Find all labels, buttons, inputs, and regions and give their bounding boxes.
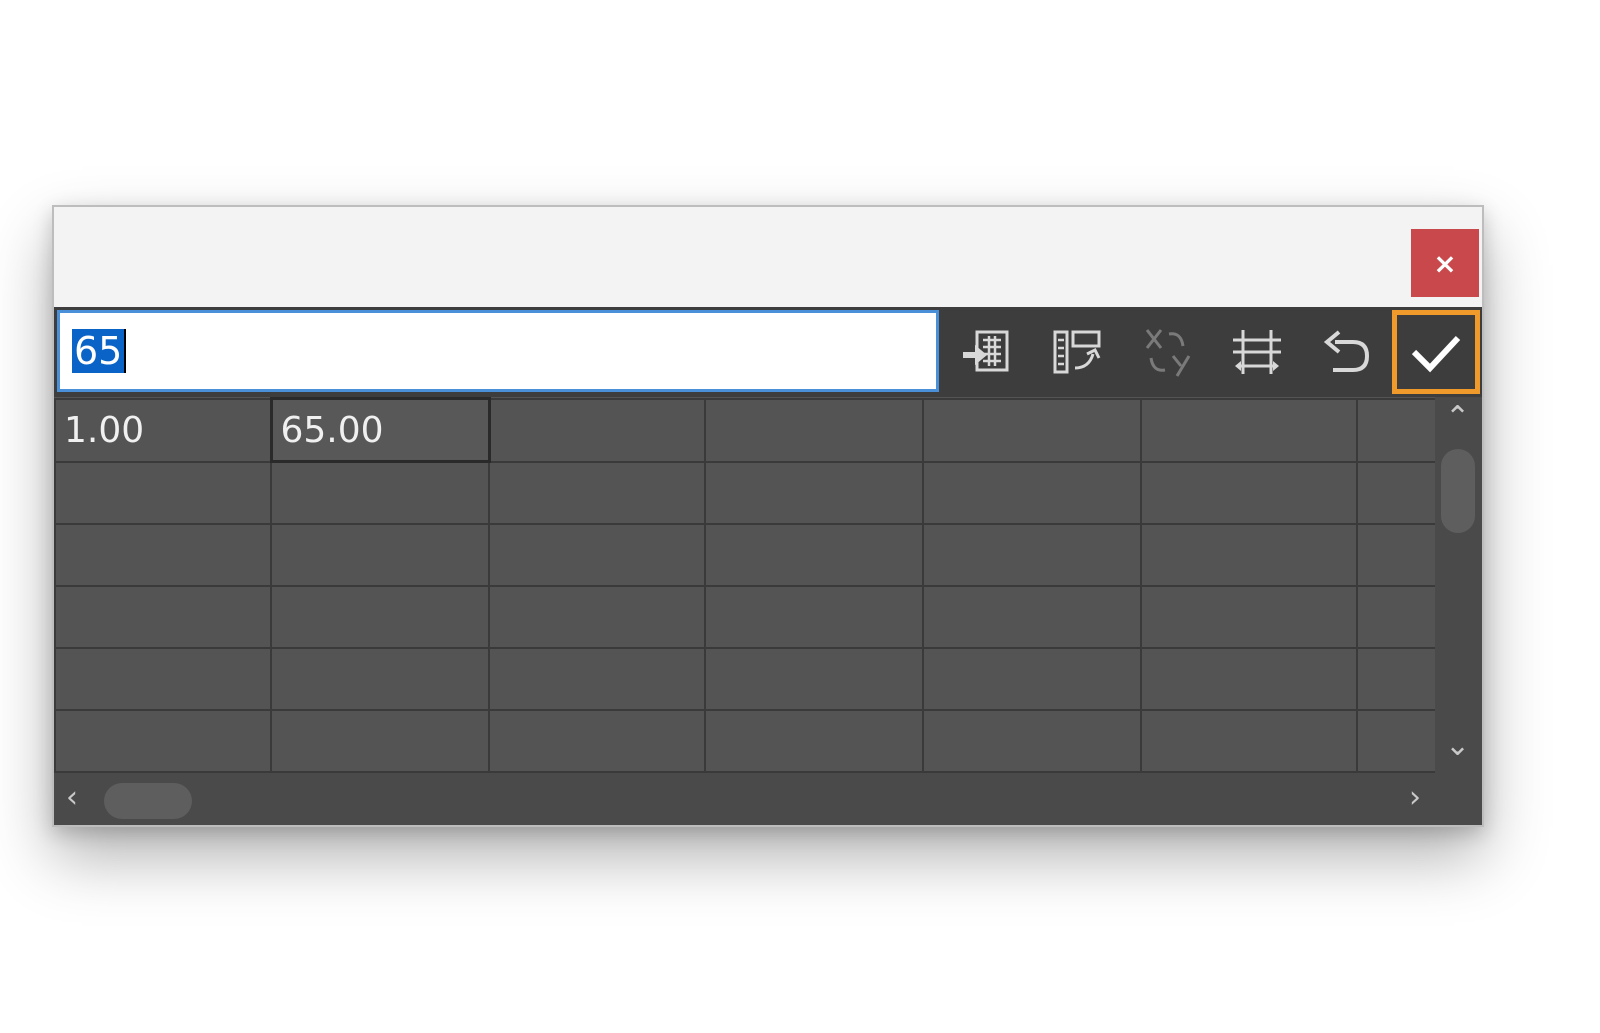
grid-cell[interactable] (488, 709, 706, 773)
grid-cell[interactable] (488, 523, 706, 587)
grid-cell[interactable] (1140, 523, 1358, 587)
grid-cell[interactable] (488, 397, 706, 463)
data-editor: 65 1.00 65.00 ⌃ ⌄ ‹ › (54, 307, 1482, 825)
grid-cell[interactable] (922, 585, 1142, 649)
import-icon (963, 330, 1009, 372)
fit-columns-icon (1233, 330, 1281, 374)
table-row: 1.00 65.00 (54, 397, 1435, 463)
grid-cell[interactable] (270, 647, 490, 711)
scrollbar-corner (1435, 773, 1482, 825)
grid-cell[interactable] (270, 523, 490, 587)
grid-cell[interactable] (1140, 460, 1358, 525)
grid-cell[interactable] (54, 460, 272, 525)
grid-cell[interactable] (270, 585, 490, 649)
swap-columns-button[interactable] (1044, 319, 1110, 385)
grid-cell[interactable] (54, 647, 272, 711)
grid-cell[interactable] (488, 647, 706, 711)
grid-cell[interactable] (1356, 585, 1435, 649)
grid-cell[interactable] (54, 523, 272, 587)
scroll-down-icon[interactable]: ⌄ (1445, 731, 1470, 761)
scroll-up-icon[interactable]: ⌃ (1445, 403, 1470, 433)
swap-xy-button[interactable] (1134, 319, 1200, 385)
grid-cell[interactable] (922, 647, 1142, 711)
grid-cell[interactable] (1356, 397, 1435, 463)
swap-xy-icon (1145, 329, 1191, 377)
undo-icon (1323, 330, 1370, 372)
grid-cell[interactable]: 65.00 (269, 397, 491, 463)
grid-cell[interactable] (1356, 523, 1435, 587)
grid-cell[interactable] (922, 523, 1142, 587)
grid-cell[interactable] (1356, 647, 1435, 711)
vertical-scroll-thumb[interactable] (1441, 449, 1475, 533)
grid-cell[interactable] (488, 585, 706, 649)
table-row (54, 523, 1435, 587)
scroll-left-icon[interactable]: ‹ (66, 783, 78, 813)
close-button[interactable]: × (1411, 229, 1479, 297)
grid-cell[interactable] (704, 460, 924, 525)
fit-columns-button[interactable] (1224, 319, 1290, 385)
horizontal-scroll-thumb[interactable] (104, 783, 192, 819)
grid-cell[interactable] (270, 709, 490, 773)
value-input[interactable]: 65 (57, 310, 939, 392)
confirm-icon (1411, 335, 1461, 373)
grid-cell[interactable] (1356, 709, 1435, 773)
grid-cell[interactable] (704, 647, 924, 711)
data-grid[interactable]: 1.00 65.00 (54, 397, 1435, 773)
grid-cell[interactable] (922, 397, 1142, 463)
text-caret (124, 329, 127, 373)
confirm-button[interactable] (1392, 310, 1480, 394)
grid-cell[interactable] (1140, 709, 1358, 773)
grid-cell[interactable] (1140, 585, 1358, 649)
undo-button[interactable] (1314, 319, 1380, 385)
horizontal-scrollbar[interactable]: ‹ › (54, 773, 1435, 825)
grid-cell[interactable] (922, 709, 1142, 773)
table-row (54, 709, 1435, 773)
table-row (54, 647, 1435, 711)
close-icon: × (1433, 246, 1457, 280)
swap-columns-icon (1053, 330, 1101, 374)
vertical-scrollbar[interactable]: ⌃ ⌄ (1435, 397, 1482, 773)
data-editor-dialog: × 65 1.00 65.00 ⌃ ⌄ ‹ › (52, 205, 1484, 827)
input-toolbar-row: 65 (54, 307, 1482, 397)
grid-cell[interactable] (1140, 647, 1358, 711)
import-data-button[interactable] (954, 319, 1020, 385)
data-table: 1.00 65.00 (54, 397, 1435, 773)
grid-cell[interactable] (1356, 460, 1435, 525)
table-row (54, 585, 1435, 649)
grid-cell[interactable] (704, 523, 924, 587)
grid-cell[interactable] (704, 397, 924, 463)
grid-cell[interactable] (54, 709, 272, 773)
input-selected-text: 65 (72, 329, 125, 373)
grid-cell[interactable] (1140, 397, 1358, 463)
grid-cell[interactable]: 1.00 (54, 397, 272, 463)
grid-cell[interactable] (704, 585, 924, 649)
scroll-right-icon[interactable]: › (1409, 783, 1421, 813)
grid-cell[interactable] (488, 460, 706, 525)
grid-cell[interactable] (270, 460, 490, 525)
dialog-titlebar[interactable]: × (54, 207, 1482, 307)
grid-cell[interactable] (922, 460, 1142, 525)
table-row (54, 460, 1435, 525)
grid-cell[interactable] (704, 709, 924, 773)
grid-cell[interactable] (54, 585, 272, 649)
